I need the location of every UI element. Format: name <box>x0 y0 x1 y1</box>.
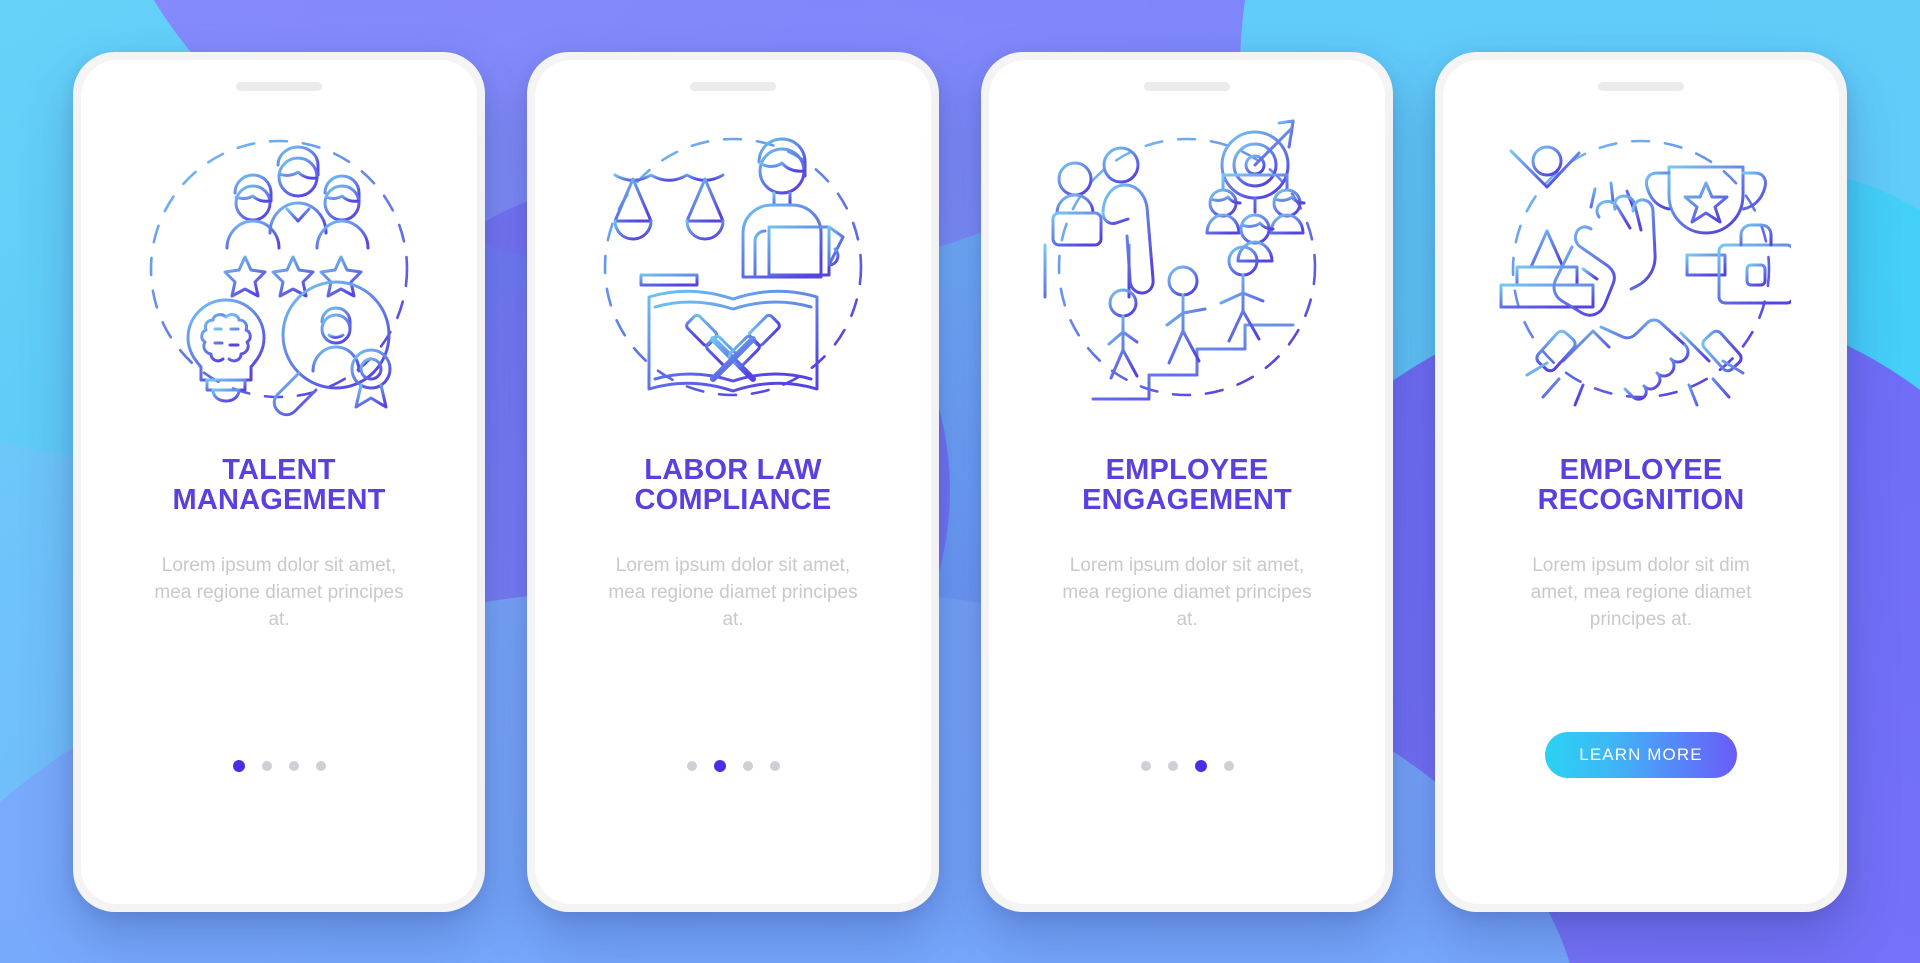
pagination-dot-2[interactable] <box>261 760 272 771</box>
brain-lightbulb-icon <box>186 298 266 402</box>
people-at-desk-icon <box>1039 146 1155 298</box>
scales-of-justice-icon <box>613 173 725 286</box>
onboarding-mockup-canvas: TALENT MANAGEMENT Lorem ipsum dolor sit … <box>0 0 1920 963</box>
phone-mockup-employee-recognition: EMPLOYEE RECOGNITION Lorem ipsum dolor s… <box>1435 51 1847 912</box>
screen-body-text: Lorem ipsum dolor sit amet, mea regione … <box>1062 555 1312 631</box>
phone-speaker-grill <box>1144 81 1230 91</box>
title-line-2: ENGAGEMENT <box>1082 483 1292 516</box>
pagination-dot-1[interactable] <box>686 760 697 771</box>
title-line-2: RECOGNITION <box>1537 483 1745 516</box>
pagination-dot-2[interactable] <box>713 759 726 772</box>
phone-mockups-row: TALENT MANAGEMENT Lorem ipsum dolor sit … <box>0 0 1920 963</box>
phone-mockup-labor-law-compliance: LABOR LAW COMPLIANCE Lorem ipsum dolor s… <box>527 51 939 912</box>
briefcase-icon <box>1717 223 1791 304</box>
three-stars-icon <box>223 255 363 297</box>
title-line-1: EMPLOYEE <box>1559 453 1723 486</box>
pagination-dot-1[interactable] <box>232 759 245 772</box>
team-people-icon <box>225 145 370 249</box>
pagination-dots-labor-law-compliance <box>686 759 780 772</box>
pagination-dot-4[interactable] <box>315 760 326 771</box>
employee-engagement-illustration <box>1037 117 1337 417</box>
screen-body-text: Lorem ipsum dolor sit amet, mea regione … <box>154 555 404 631</box>
phone-mockup-employee-engagement: EMPLOYEE ENGAGEMENT Lorem ipsum dolor si… <box>981 51 1393 912</box>
title-line-2: COMPLIANCE <box>634 483 832 516</box>
open-book-gavels-icon <box>647 289 819 392</box>
org-chart-people-icon <box>1205 173 1306 262</box>
pagination-dot-1[interactable] <box>1140 760 1151 771</box>
dashed-circle <box>1511 139 1771 398</box>
phone-speaker-grill <box>690 81 776 91</box>
podium-winner-icon <box>1499 145 1595 308</box>
employee-recognition-illustration <box>1491 117 1791 417</box>
learn-more-button[interactable]: LEARN MORE <box>1545 731 1737 778</box>
person-with-document-icon <box>741 137 845 278</box>
people-climbing-stairs-icon <box>1091 245 1295 400</box>
phone-speaker-grill <box>1598 81 1684 91</box>
handshake-icon <box>1525 318 1745 406</box>
onboarding-screen-employee-recognition: EMPLOYEE RECOGNITION Lorem ipsum dolor s… <box>1443 59 1839 904</box>
screen-title-employee-engagement: EMPLOYEE ENGAGEMENT <box>1022 453 1352 516</box>
onboarding-screen-labor-law-compliance: LABOR LAW COMPLIANCE Lorem ipsum dolor s… <box>535 59 931 904</box>
clapping-hands-icon <box>1552 181 1657 317</box>
title-line-1: TALENT <box>222 453 336 486</box>
phone-speaker-grill <box>236 81 322 91</box>
magnifier-person-badge-icon <box>272 280 392 416</box>
screen-body-text: Lorem ipsum dolor sit amet, mea regione … <box>608 555 858 631</box>
talent-management-illustration <box>129 117 429 417</box>
pagination-dot-3[interactable] <box>742 760 753 771</box>
title-line-2: MANAGEMENT <box>172 483 386 516</box>
pagination-dots-talent-management <box>232 759 326 772</box>
trophy-star-icon <box>1645 165 1767 276</box>
onboarding-screen-talent-management: TALENT MANAGEMENT Lorem ipsum dolor sit … <box>81 59 477 904</box>
screen-title-employee-recognition: EMPLOYEE RECOGNITION <box>1476 453 1806 516</box>
pagination-dot-4[interactable] <box>769 760 780 771</box>
pagination-dot-2[interactable] <box>1167 760 1178 771</box>
screen-body-text: Lorem ipsum dolor sit dim amet, mea regi… <box>1530 555 1752 631</box>
title-line-1: EMPLOYEE <box>1105 453 1269 486</box>
title-line-1: LABOR LAW <box>644 453 822 486</box>
onboarding-screen-employee-engagement: EMPLOYEE ENGAGEMENT Lorem ipsum dolor si… <box>989 59 1385 904</box>
pagination-dot-4[interactable] <box>1223 760 1234 771</box>
pagination-dots-employee-engagement <box>1140 759 1234 772</box>
screen-title-labor-law-compliance: LABOR LAW COMPLIANCE <box>568 453 898 516</box>
labor-law-compliance-illustration <box>583 117 883 417</box>
phone-mockup-talent-management: TALENT MANAGEMENT Lorem ipsum dolor sit … <box>73 51 485 912</box>
pagination-dot-3[interactable] <box>1194 759 1207 772</box>
screen-title-talent-management: TALENT MANAGEMENT <box>114 453 444 516</box>
pagination-dot-3[interactable] <box>288 760 299 771</box>
